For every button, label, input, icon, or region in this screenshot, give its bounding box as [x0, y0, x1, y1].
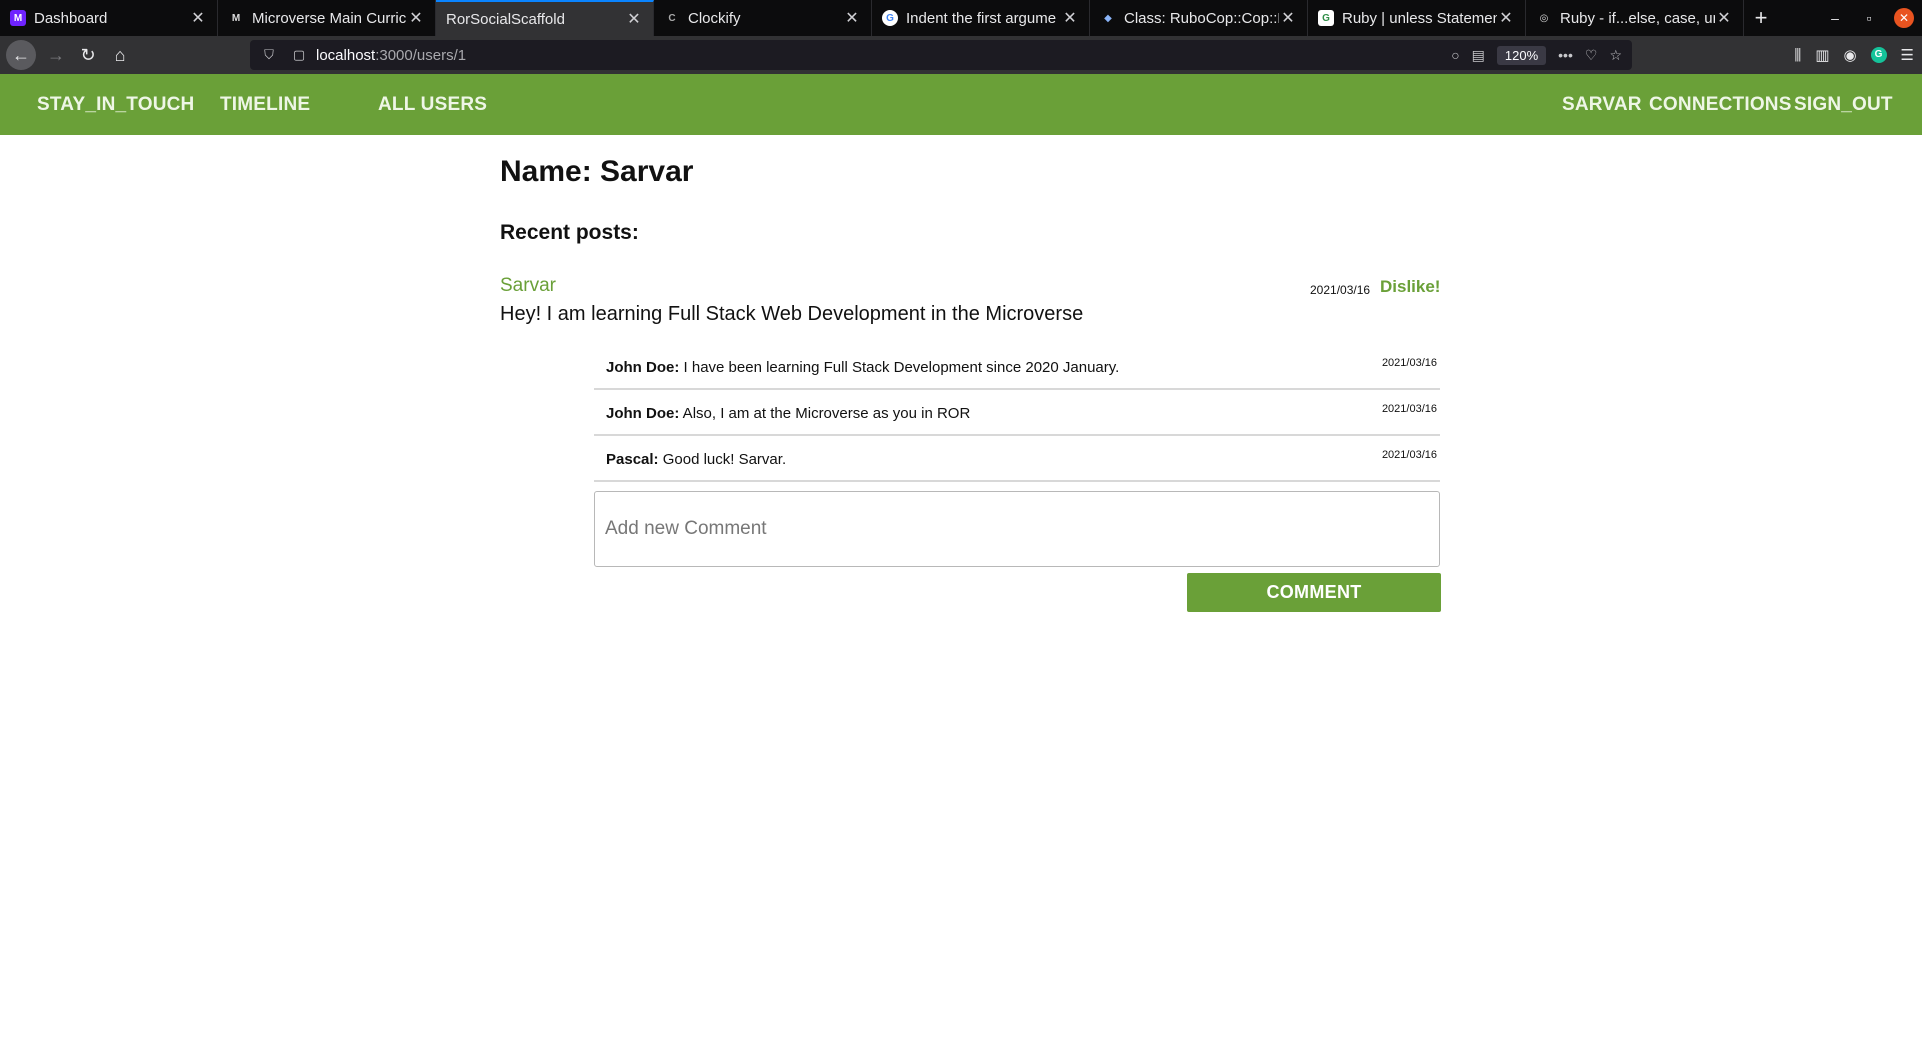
google-favicon-icon: G [882, 10, 898, 26]
new-tab-plus-icon[interactable]: + [1744, 0, 1778, 36]
tutorialspoint-favicon-icon: ◎ [1539, 12, 1549, 24]
browser-tab[interactable]: C Clockify ✕ [654, 0, 872, 36]
bookmark-star-icon[interactable]: ☆ [1609, 47, 1622, 64]
comment-date: 2021/03/16 [1381, 357, 1437, 369]
close-tab-icon[interactable]: ✕ [1497, 8, 1515, 28]
browser-tab[interactable]: G Ruby | unless Statement ✕ [1308, 0, 1526, 36]
menu-icon[interactable]: ☰ [1901, 46, 1914, 64]
browser-tab-active[interactable]: RorSocialScaffold ✕ [436, 0, 654, 36]
restore-icon[interactable]: ▫ [1852, 10, 1886, 26]
close-tab-icon[interactable]: ✕ [625, 9, 643, 29]
close-tab-icon[interactable]: ✕ [407, 8, 425, 28]
all-users-link[interactable]: ALL USERS [378, 74, 487, 135]
close-tab-icon[interactable]: ✕ [843, 8, 861, 28]
comment-item: Pascal: Good luck! Sarvar. 2021/03/16 [594, 437, 1440, 482]
browser-tab[interactable]: ◎ Ruby - if...else, case, unl ✕ [1526, 0, 1744, 36]
new-comment-input[interactable] [594, 491, 1440, 567]
grammarly-icon[interactable]: G [1870, 47, 1887, 63]
clockify-favicon-icon: C [668, 12, 676, 24]
browser-tab[interactable]: M Dashboard ✕ [0, 0, 218, 36]
tab-title: Ruby | unless Statement [1342, 9, 1497, 27]
browser-tab[interactable]: G Indent the first argume ✕ [872, 0, 1090, 36]
comment-author: John Doe: [606, 405, 680, 422]
tab-title: RorSocialScaffold [446, 10, 565, 28]
window-controls: – ▫ ✕ [1818, 0, 1922, 36]
current-user-link[interactable]: SARVAR [1562, 74, 1642, 135]
page-info-icon[interactable]: ▢ [288, 47, 310, 63]
close-tab-icon[interactable]: ✕ [1279, 8, 1297, 28]
rubocop-favicon-icon: ◆ [1104, 12, 1112, 24]
brand-link[interactable]: STAY_IN_TOUCH [37, 74, 194, 135]
comment-text: I have been learning Full Stack Developm… [679, 359, 1120, 376]
post-date: 2021/03/16 [1310, 283, 1371, 297]
account-icon[interactable]: ◉ [1843, 46, 1856, 64]
comment-item: John Doe: Also, I am at the Microverse a… [594, 391, 1440, 436]
sign-out-link[interactable]: SIGN_OUT [1794, 74, 1893, 135]
comment-text-wrapper: John Doe: Also, I am at the Microverse a… [606, 405, 970, 422]
close-tab-icon[interactable]: ✕ [1061, 8, 1079, 28]
home-icon[interactable]: ⌂ [104, 39, 136, 71]
comment-submit-button[interactable]: COMMENT [1187, 573, 1441, 612]
library-icon[interactable]: ⫼ [1794, 47, 1801, 64]
browser-toolbar: ← → ↻ ⌂ ⛉ ▢ localhost:3000/users/1 ○ ▤ 1… [0, 36, 1922, 74]
comment-author: John Doe: [606, 359, 680, 376]
browser-tab[interactable]: M Microverse Main Curricu ✕ [218, 0, 436, 36]
geeksforgeeks-favicon-icon: G [1318, 10, 1334, 26]
close-tab-icon[interactable]: ✕ [189, 8, 207, 28]
reader-view-icon[interactable]: ▤ [1472, 47, 1485, 64]
tab-title: Microverse Main Curricu [252, 9, 407, 27]
back-arrow-icon[interactable]: ← [6, 40, 36, 70]
recent-posts-heading: Recent posts: [500, 221, 639, 244]
microverse-favicon-icon: M [10, 10, 26, 26]
post-author-link[interactable]: Sarvar [500, 275, 556, 297]
post-content: Hey! I am learning Full Stack Web Develo… [500, 303, 1084, 325]
forward-arrow-icon[interactable]: → [40, 39, 72, 71]
dislike-button[interactable]: Dislike! [1380, 277, 1440, 297]
minimize-icon[interactable]: – [1818, 10, 1852, 26]
url-path: :3000/users/1 [375, 46, 467, 64]
page-actions-icon[interactable]: ••• [1558, 47, 1573, 63]
browser-tab-strip: M Dashboard ✕ M Microverse Main Curricu … [0, 0, 1922, 36]
zoom-level[interactable]: 120% [1496, 45, 1547, 65]
comment-item: John Doe: I have been learning Full Stac… [594, 345, 1440, 390]
tab-title: Class: RuboCop::Cop::La [1124, 9, 1279, 27]
tab-title: Ruby - if...else, case, unl [1560, 9, 1715, 27]
lightbulb-icon[interactable]: ○ [1451, 47, 1459, 63]
tab-title: Dashboard [34, 9, 108, 27]
comment-date: 2021/03/16 [1381, 449, 1437, 461]
url-bar[interactable]: ⛉ ▢ localhost:3000/users/1 ○ ▤ 120% ••• … [250, 40, 1632, 70]
comment-text-wrapper: Pascal: Good luck! Sarvar. [606, 451, 786, 468]
app-navbar: STAY_IN_TOUCH TIMELINE ALL USERS SARVAR … [0, 74, 1922, 135]
toolbar-right: ⫼ ▥ ◉ G ☰ [1794, 36, 1914, 74]
reload-icon[interactable]: ↻ [72, 39, 104, 71]
page-title: Name: Sarvar [500, 155, 694, 188]
microverse-favicon-icon: M [231, 12, 241, 24]
comment-date: 2021/03/16 [1381, 403, 1437, 415]
window-close-icon[interactable]: ✕ [1894, 8, 1914, 28]
pocket-icon[interactable]: ♡ [1585, 47, 1598, 64]
tab-title: Clockify [688, 9, 741, 27]
sidebar-icon[interactable]: ▥ [1815, 46, 1829, 64]
close-tab-icon[interactable]: ✕ [1715, 8, 1733, 28]
comment-author: Pascal: [606, 451, 659, 468]
comment-text: Good luck! Sarvar. [658, 451, 787, 468]
browser-tab[interactable]: ◆ Class: RuboCop::Cop::La ✕ [1090, 0, 1308, 36]
tab-title: Indent the first argume [906, 9, 1057, 27]
comment-text: Also, I am at the Microverse as you in R… [679, 405, 971, 422]
comment-list: John Doe: I have been learning Full Stac… [594, 345, 1440, 482]
connections-link[interactable]: CONNECTIONS [1649, 74, 1792, 135]
comment-text-wrapper: John Doe: I have been learning Full Stac… [606, 359, 1119, 376]
url-host: localhost [316, 46, 376, 64]
timeline-link[interactable]: TIMELINE [220, 74, 310, 135]
tracking-shield-icon[interactable]: ⛉ [258, 47, 280, 63]
